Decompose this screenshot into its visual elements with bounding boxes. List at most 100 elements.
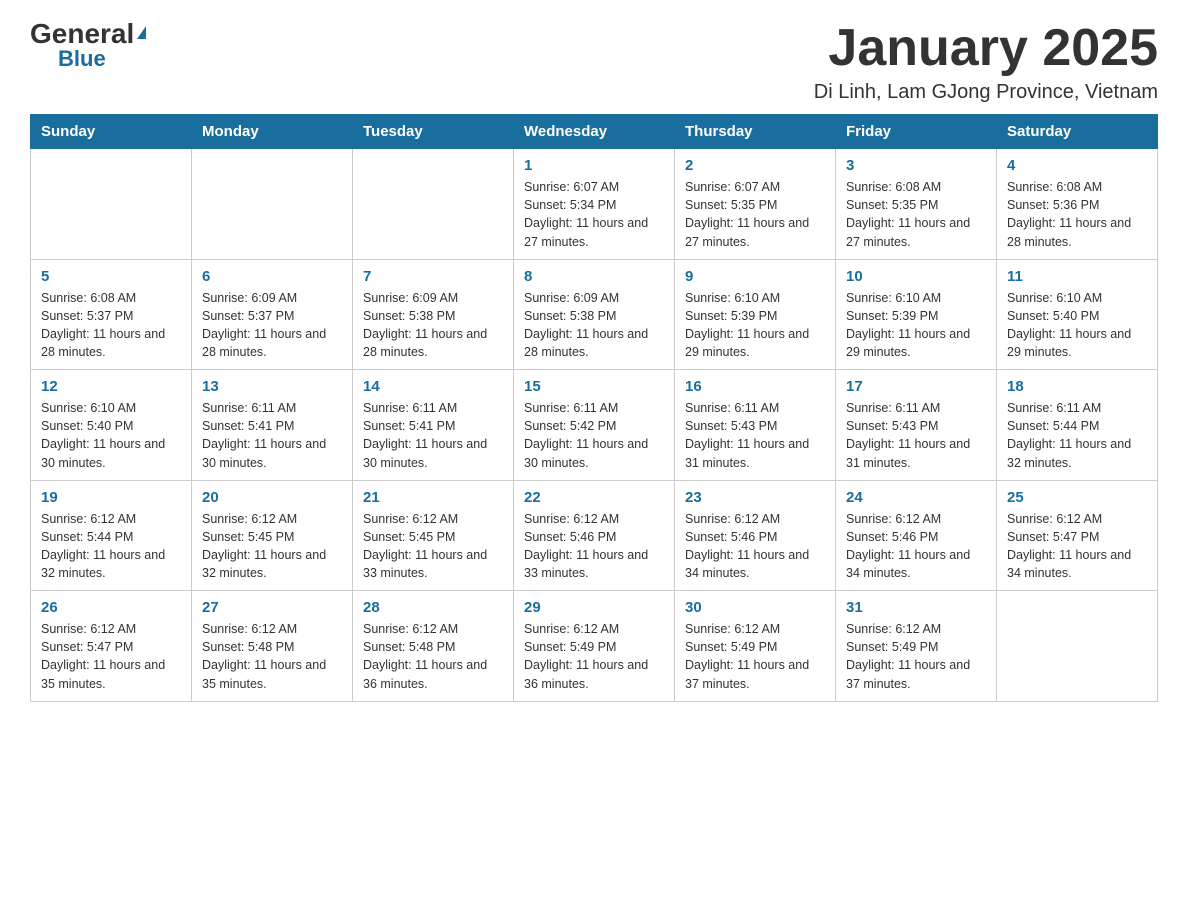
day-number: 27: [202, 599, 342, 616]
day-number: 20: [202, 489, 342, 506]
calendar-week-5: 26 Sunrise: 6:12 AM Sunset: 5:47 PM Dayli…: [31, 591, 1158, 702]
day-number: 6: [202, 268, 342, 285]
day-number: 9: [685, 268, 825, 285]
day-info: Sunrise: 6:11 AM Sunset: 5:43 PM Dayligh…: [685, 399, 825, 472]
day-number: 3: [846, 157, 986, 174]
logo-triangle-icon: [137, 26, 146, 39]
calendar-cell: 16 Sunrise: 6:11 AM Sunset: 5:43 PM Dayli…: [675, 370, 836, 481]
day-info: Sunrise: 6:11 AM Sunset: 5:43 PM Dayligh…: [846, 399, 986, 472]
calendar-cell: 17 Sunrise: 6:11 AM Sunset: 5:43 PM Dayli…: [836, 370, 997, 481]
day-number: 11: [1007, 268, 1147, 285]
calendar-cell: 20 Sunrise: 6:12 AM Sunset: 5:45 PM Dayli…: [192, 480, 353, 591]
calendar-header-tuesday: Tuesday: [353, 115, 514, 149]
calendar-cell: 11 Sunrise: 6:10 AM Sunset: 5:40 PM Dayli…: [997, 259, 1158, 370]
day-info: Sunrise: 6:12 AM Sunset: 5:49 PM Dayligh…: [685, 620, 825, 693]
calendar-cell: 1 Sunrise: 6:07 AM Sunset: 5:34 PM Daylig…: [514, 149, 675, 260]
day-info: Sunrise: 6:11 AM Sunset: 5:44 PM Dayligh…: [1007, 399, 1147, 472]
calendar-table: SundayMondayTuesdayWednesdayThursdayFrid…: [30, 114, 1158, 702]
day-info: Sunrise: 6:08 AM Sunset: 5:37 PM Dayligh…: [41, 289, 181, 362]
calendar-cell: [192, 149, 353, 260]
calendar-header-row: SundayMondayTuesdayWednesdayThursdayFrid…: [31, 115, 1158, 149]
day-info: Sunrise: 6:12 AM Sunset: 5:46 PM Dayligh…: [524, 510, 664, 583]
day-number: 5: [41, 268, 181, 285]
day-info: Sunrise: 6:07 AM Sunset: 5:34 PM Dayligh…: [524, 178, 664, 251]
day-number: 7: [363, 268, 503, 285]
day-number: 13: [202, 378, 342, 395]
day-info: Sunrise: 6:12 AM Sunset: 5:47 PM Dayligh…: [1007, 510, 1147, 583]
calendar-cell: 3 Sunrise: 6:08 AM Sunset: 5:35 PM Daylig…: [836, 149, 997, 260]
day-info: Sunrise: 6:11 AM Sunset: 5:42 PM Dayligh…: [524, 399, 664, 472]
day-number: 26: [41, 599, 181, 616]
calendar-cell: 15 Sunrise: 6:11 AM Sunset: 5:42 PM Dayli…: [514, 370, 675, 481]
calendar-cell: [31, 149, 192, 260]
calendar-week-3: 12 Sunrise: 6:10 AM Sunset: 5:40 PM Dayli…: [31, 370, 1158, 481]
calendar-cell: 10Sunrise: 6:10 AM Sunset: 5:39 PM Dayli…: [836, 259, 997, 370]
day-number: 1: [524, 157, 664, 174]
logo: General Blue: [30, 20, 146, 70]
day-info: Sunrise: 6:08 AM Sunset: 5:36 PM Dayligh…: [1007, 178, 1147, 251]
day-info: Sunrise: 6:09 AM Sunset: 5:38 PM Dayligh…: [363, 289, 503, 362]
calendar-cell: 14Sunrise: 6:11 AM Sunset: 5:41 PM Dayli…: [353, 370, 514, 481]
day-number: 29: [524, 599, 664, 616]
calendar-cell: 4 Sunrise: 6:08 AM Sunset: 5:36 PM Daylig…: [997, 149, 1158, 260]
calendar-cell: 18 Sunrise: 6:11 AM Sunset: 5:44 PM Dayli…: [997, 370, 1158, 481]
day-number: 17: [846, 378, 986, 395]
calendar-header-friday: Friday: [836, 115, 997, 149]
day-number: 4: [1007, 157, 1147, 174]
day-number: 31: [846, 599, 986, 616]
day-info: Sunrise: 6:09 AM Sunset: 5:37 PM Dayligh…: [202, 289, 342, 362]
day-info: Sunrise: 6:12 AM Sunset: 5:49 PM Dayligh…: [524, 620, 664, 693]
main-title: January 2025: [814, 20, 1158, 77]
page-header: General Blue January 2025 Di Linh, Lam G…: [30, 20, 1158, 104]
calendar-cell: 19 Sunrise: 6:12 AM Sunset: 5:44 PM Dayli…: [31, 480, 192, 591]
day-number: 2: [685, 157, 825, 174]
day-number: 12: [41, 378, 181, 395]
calendar-cell: 23 Sunrise: 6:12 AM Sunset: 5:46 PM Dayli…: [675, 480, 836, 591]
day-number: 25: [1007, 489, 1147, 506]
calendar-cell: 26 Sunrise: 6:12 AM Sunset: 5:47 PM Dayli…: [31, 591, 192, 702]
calendar-cell: 8 Sunrise: 6:09 AM Sunset: 5:38 PM Daylig…: [514, 259, 675, 370]
calendar-header-saturday: Saturday: [997, 115, 1158, 149]
day-number: 28: [363, 599, 503, 616]
day-number: 19: [41, 489, 181, 506]
day-info: Sunrise: 6:08 AM Sunset: 5:35 PM Dayligh…: [846, 178, 986, 251]
calendar-header-sunday: Sunday: [31, 115, 192, 149]
day-info: Sunrise: 6:12 AM Sunset: 5:47 PM Dayligh…: [41, 620, 181, 693]
calendar-cell: 27Sunrise: 6:12 AM Sunset: 5:48 PM Dayli…: [192, 591, 353, 702]
day-info: Sunrise: 6:11 AM Sunset: 5:41 PM Dayligh…: [202, 399, 342, 472]
day-number: 18: [1007, 378, 1147, 395]
day-info: Sunrise: 6:12 AM Sunset: 5:49 PM Dayligh…: [846, 620, 986, 693]
calendar-cell: 25 Sunrise: 6:12 AM Sunset: 5:47 PM Dayli…: [997, 480, 1158, 591]
day-number: 22: [524, 489, 664, 506]
day-number: 21: [363, 489, 503, 506]
day-info: Sunrise: 6:10 AM Sunset: 5:40 PM Dayligh…: [1007, 289, 1147, 362]
calendar-header-wednesday: Wednesday: [514, 115, 675, 149]
calendar-cell: 6 Sunrise: 6:09 AM Sunset: 5:37 PM Daylig…: [192, 259, 353, 370]
day-number: 8: [524, 268, 664, 285]
calendar-cell: 28 Sunrise: 6:12 AM Sunset: 5:48 PM Dayli…: [353, 591, 514, 702]
calendar-cell: 2Sunrise: 6:07 AM Sunset: 5:35 PM Daylig…: [675, 149, 836, 260]
calendar-cell: 9 Sunrise: 6:10 AM Sunset: 5:39 PM Daylig…: [675, 259, 836, 370]
day-number: 24: [846, 489, 986, 506]
day-info: Sunrise: 6:12 AM Sunset: 5:48 PM Dayligh…: [363, 620, 503, 693]
day-info: Sunrise: 6:12 AM Sunset: 5:45 PM Dayligh…: [363, 510, 503, 583]
day-info: Sunrise: 6:12 AM Sunset: 5:45 PM Dayligh…: [202, 510, 342, 583]
day-number: 15: [524, 378, 664, 395]
calendar-cell: 5 Sunrise: 6:08 AM Sunset: 5:37 PM Daylig…: [31, 259, 192, 370]
day-info: Sunrise: 6:09 AM Sunset: 5:38 PM Dayligh…: [524, 289, 664, 362]
day-info: Sunrise: 6:12 AM Sunset: 5:46 PM Dayligh…: [685, 510, 825, 583]
calendar-header-monday: Monday: [192, 115, 353, 149]
calendar-cell: 24Sunrise: 6:12 AM Sunset: 5:46 PM Dayli…: [836, 480, 997, 591]
day-info: Sunrise: 6:10 AM Sunset: 5:39 PM Dayligh…: [685, 289, 825, 362]
day-number: 30: [685, 599, 825, 616]
day-number: 23: [685, 489, 825, 506]
title-block: January 2025 Di Linh, Lam GJong Province…: [814, 20, 1158, 104]
day-number: 16: [685, 378, 825, 395]
day-info: Sunrise: 6:10 AM Sunset: 5:39 PM Dayligh…: [846, 289, 986, 362]
day-info: Sunrise: 6:10 AM Sunset: 5:40 PM Dayligh…: [41, 399, 181, 472]
calendar-cell: 13 Sunrise: 6:11 AM Sunset: 5:41 PM Dayli…: [192, 370, 353, 481]
calendar-week-1: 1 Sunrise: 6:07 AM Sunset: 5:34 PM Daylig…: [31, 149, 1158, 260]
calendar-cell: 30 Sunrise: 6:12 AM Sunset: 5:49 PM Dayli…: [675, 591, 836, 702]
day-info: Sunrise: 6:12 AM Sunset: 5:44 PM Dayligh…: [41, 510, 181, 583]
calendar-cell: 12 Sunrise: 6:10 AM Sunset: 5:40 PM Dayli…: [31, 370, 192, 481]
